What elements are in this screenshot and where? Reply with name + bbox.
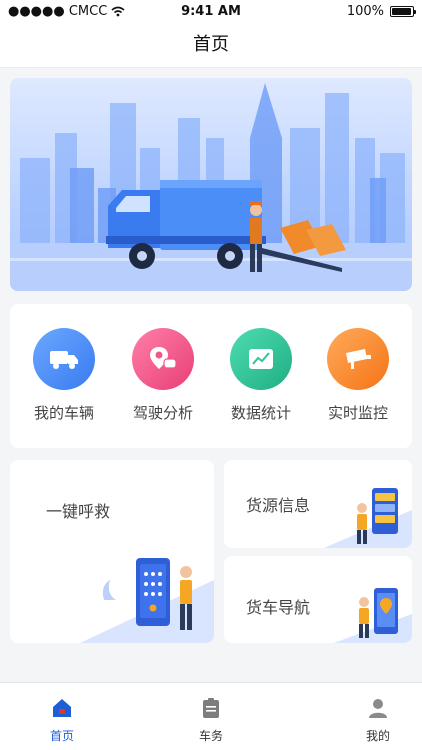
battery-percent: 100% bbox=[346, 4, 384, 19]
tab-label: 首页 bbox=[49, 729, 74, 743]
battery-icon bbox=[390, 6, 416, 17]
quick-action-my-vehicle[interactable]: 我的车辆 bbox=[14, 328, 114, 423]
quick-action-realtime-monitor[interactable]: 实时监控 bbox=[308, 328, 408, 423]
status-bar: ●●●●● CMCC 9:41 AM 100% bbox=[0, 0, 422, 22]
quick-action-driving-analysis[interactable]: 驾驶分析 bbox=[113, 328, 213, 423]
tab-bar: 首页 车务 我的 bbox=[0, 682, 422, 750]
truck-icon bbox=[33, 328, 95, 390]
location-chat-icon bbox=[132, 328, 194, 390]
cargo-illustration bbox=[324, 488, 412, 548]
status-right: 100% bbox=[346, 4, 416, 19]
tab-label: 车务 bbox=[198, 729, 223, 743]
user-icon bbox=[369, 699, 387, 718]
quick-action-label: 数据统计 bbox=[230, 404, 291, 422]
camera-icon bbox=[327, 328, 389, 390]
quick-action-label: 实时监控 bbox=[327, 404, 388, 422]
home-icon bbox=[53, 699, 71, 717]
page-title: 首页 bbox=[193, 34, 229, 55]
rescue-card[interactable]: 一键呼救 bbox=[10, 460, 214, 643]
tab-vehicle-affairs[interactable]: 车务 bbox=[181, 697, 241, 744]
quick-actions-card: 我的车辆 驾驶分析 数据统计 实时监控 bbox=[10, 304, 412, 448]
quick-action-label: 我的车辆 bbox=[33, 404, 94, 422]
nav-bar: 首页 bbox=[0, 22, 422, 68]
tab-mine[interactable]: 我的 bbox=[348, 697, 408, 744]
navigation-illustration bbox=[334, 588, 412, 643]
city-truck-illustration bbox=[10, 83, 412, 291]
quick-action-data-statistics[interactable]: 数据统计 bbox=[211, 328, 311, 423]
cargo-info-card[interactable]: 货源信息 bbox=[224, 460, 412, 548]
truck-navigation-card[interactable]: 货车导航 bbox=[224, 556, 412, 643]
phone-illustration bbox=[80, 558, 214, 643]
banner-image[interactable] bbox=[10, 78, 412, 291]
chart-icon bbox=[230, 328, 292, 390]
tab-home[interactable]: 首页 bbox=[32, 697, 92, 744]
quick-action-label: 驾驶分析 bbox=[132, 404, 193, 422]
tab-label: 我的 bbox=[365, 729, 390, 743]
clipboard-icon bbox=[203, 698, 219, 718]
